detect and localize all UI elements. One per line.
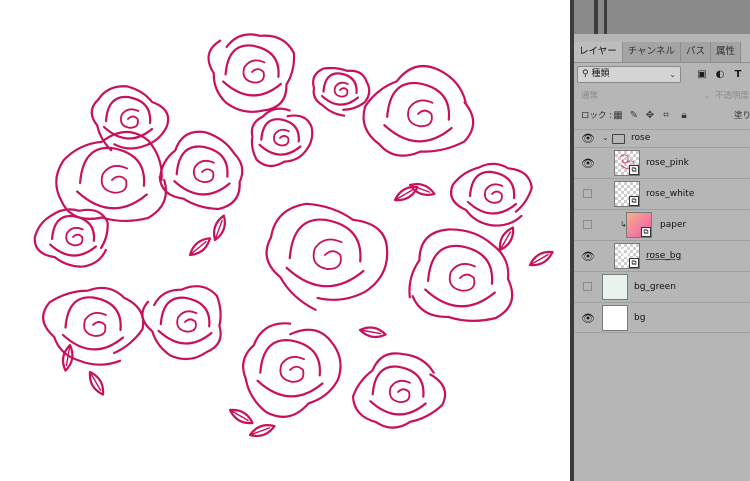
rose-bouquet-illustration [33,33,554,438]
layer-name: rose_white [646,189,695,199]
layer-name: rose_pink [646,158,689,168]
smart-object-icon: ⧉ [629,196,639,206]
lock-row: ロック : ▦ ✎ ✥ ⌗ 🔒︎ 塗り [574,107,750,125]
layer-rose-group[interactable]: 👁︎ ⌄ rose [574,129,750,147]
lock-label: ロック : [581,111,613,121]
tab-properties[interactable]: 属性 [710,42,741,62]
filter-row: ⚲ 種類 ⌄ ▣ ◐ T [577,66,750,84]
eye-icon[interactable]: 👁︎ [581,133,595,145]
filter-kind-value: 種類 [591,69,610,79]
filter-kind-select[interactable]: ⚲ 種類 ⌄ [577,66,681,83]
layer-name: bg [634,313,646,323]
blend-mode-select[interactable]: 通常 [581,88,598,104]
layer-thumbnail [602,305,628,331]
strip-edge [594,0,598,34]
visibility-off-box[interactable] [583,220,592,229]
tab-channels[interactable]: チャンネル [622,42,681,62]
strip-edge [604,0,607,34]
lock-transparent-icon[interactable]: ▦ [612,110,624,122]
eye-icon[interactable]: 👁︎ [581,251,595,263]
document-canvas[interactable] [0,0,570,481]
image-filter-icon[interactable]: ▣ [695,68,709,82]
layer-thumbnail: ⧉ [626,212,652,238]
layers-panel: レイヤー チャンネル パス 属性 ⚲ 種類 ⌄ ▣ ◐ T 通常 ⌄ 不透明度 … [574,34,750,481]
opacity-label: 不透明度 [715,91,750,101]
layer-thumbnail [602,274,628,300]
layer-rose-pink[interactable]: 👁︎ ⧉ rose_pink [574,147,750,178]
eye-icon[interactable]: 👁︎ [581,158,595,170]
layer-thumbnail: ⧉ [614,181,640,207]
chevron-down-icon[interactable]: ⌄ [602,133,609,142]
tab-paths[interactable]: パス [680,42,711,62]
workspace-strip [574,0,750,34]
layer-thumbnail: ⧉ [614,243,640,269]
layer-rose-bg[interactable]: 👁︎ ⧉ rose_bg [574,240,750,271]
blend-row: 通常 ⌄ 不透明度 [574,88,750,105]
fill-label: 塗り [734,111,750,121]
lock-all-icon[interactable]: 🔒︎ [678,110,690,122]
visibility-off-box[interactable] [583,189,592,198]
chevron-down-icon: ⌄ [704,92,710,100]
layer-thumbnail: ⧉ [614,150,640,176]
adjustment-filter-icon[interactable]: ◐ [713,68,727,82]
layer-name: bg_green [634,282,676,292]
chevron-down-icon: ⌄ [669,70,676,79]
lock-paint-icon[interactable]: ✎ [628,110,640,122]
layer-bg[interactable]: 👁︎ bg [574,302,750,333]
smart-object-icon: ⧉ [629,258,639,268]
rose-line-art [33,33,554,438]
visibility-off-box[interactable] [583,282,592,291]
lock-artboard-icon[interactable]: ⌗ [660,110,672,122]
tab-layers[interactable]: レイヤー [574,42,623,62]
eye-icon[interactable]: 👁︎ [581,313,595,325]
layer-name: rose [631,133,651,143]
layer-bg-green[interactable]: bg_green [574,271,750,302]
folder-icon [612,134,625,144]
type-filter-icon[interactable]: T [731,68,745,82]
lock-move-icon[interactable]: ✥ [644,110,656,122]
smart-object-icon: ⧉ [629,165,639,175]
tab-divider [574,62,750,63]
layer-name: paper [660,220,687,230]
layer-name: rose_bg [646,251,682,261]
panel-tabs: レイヤー チャンネル パス 属性 [574,42,750,62]
search-icon: ⚲ [582,69,589,79]
smart-object-icon: ⧉ [641,227,651,237]
layer-paper[interactable]: ↳ ⧉ paper [574,209,750,240]
layer-rose-white[interactable]: ⧉ rose_white [574,178,750,209]
